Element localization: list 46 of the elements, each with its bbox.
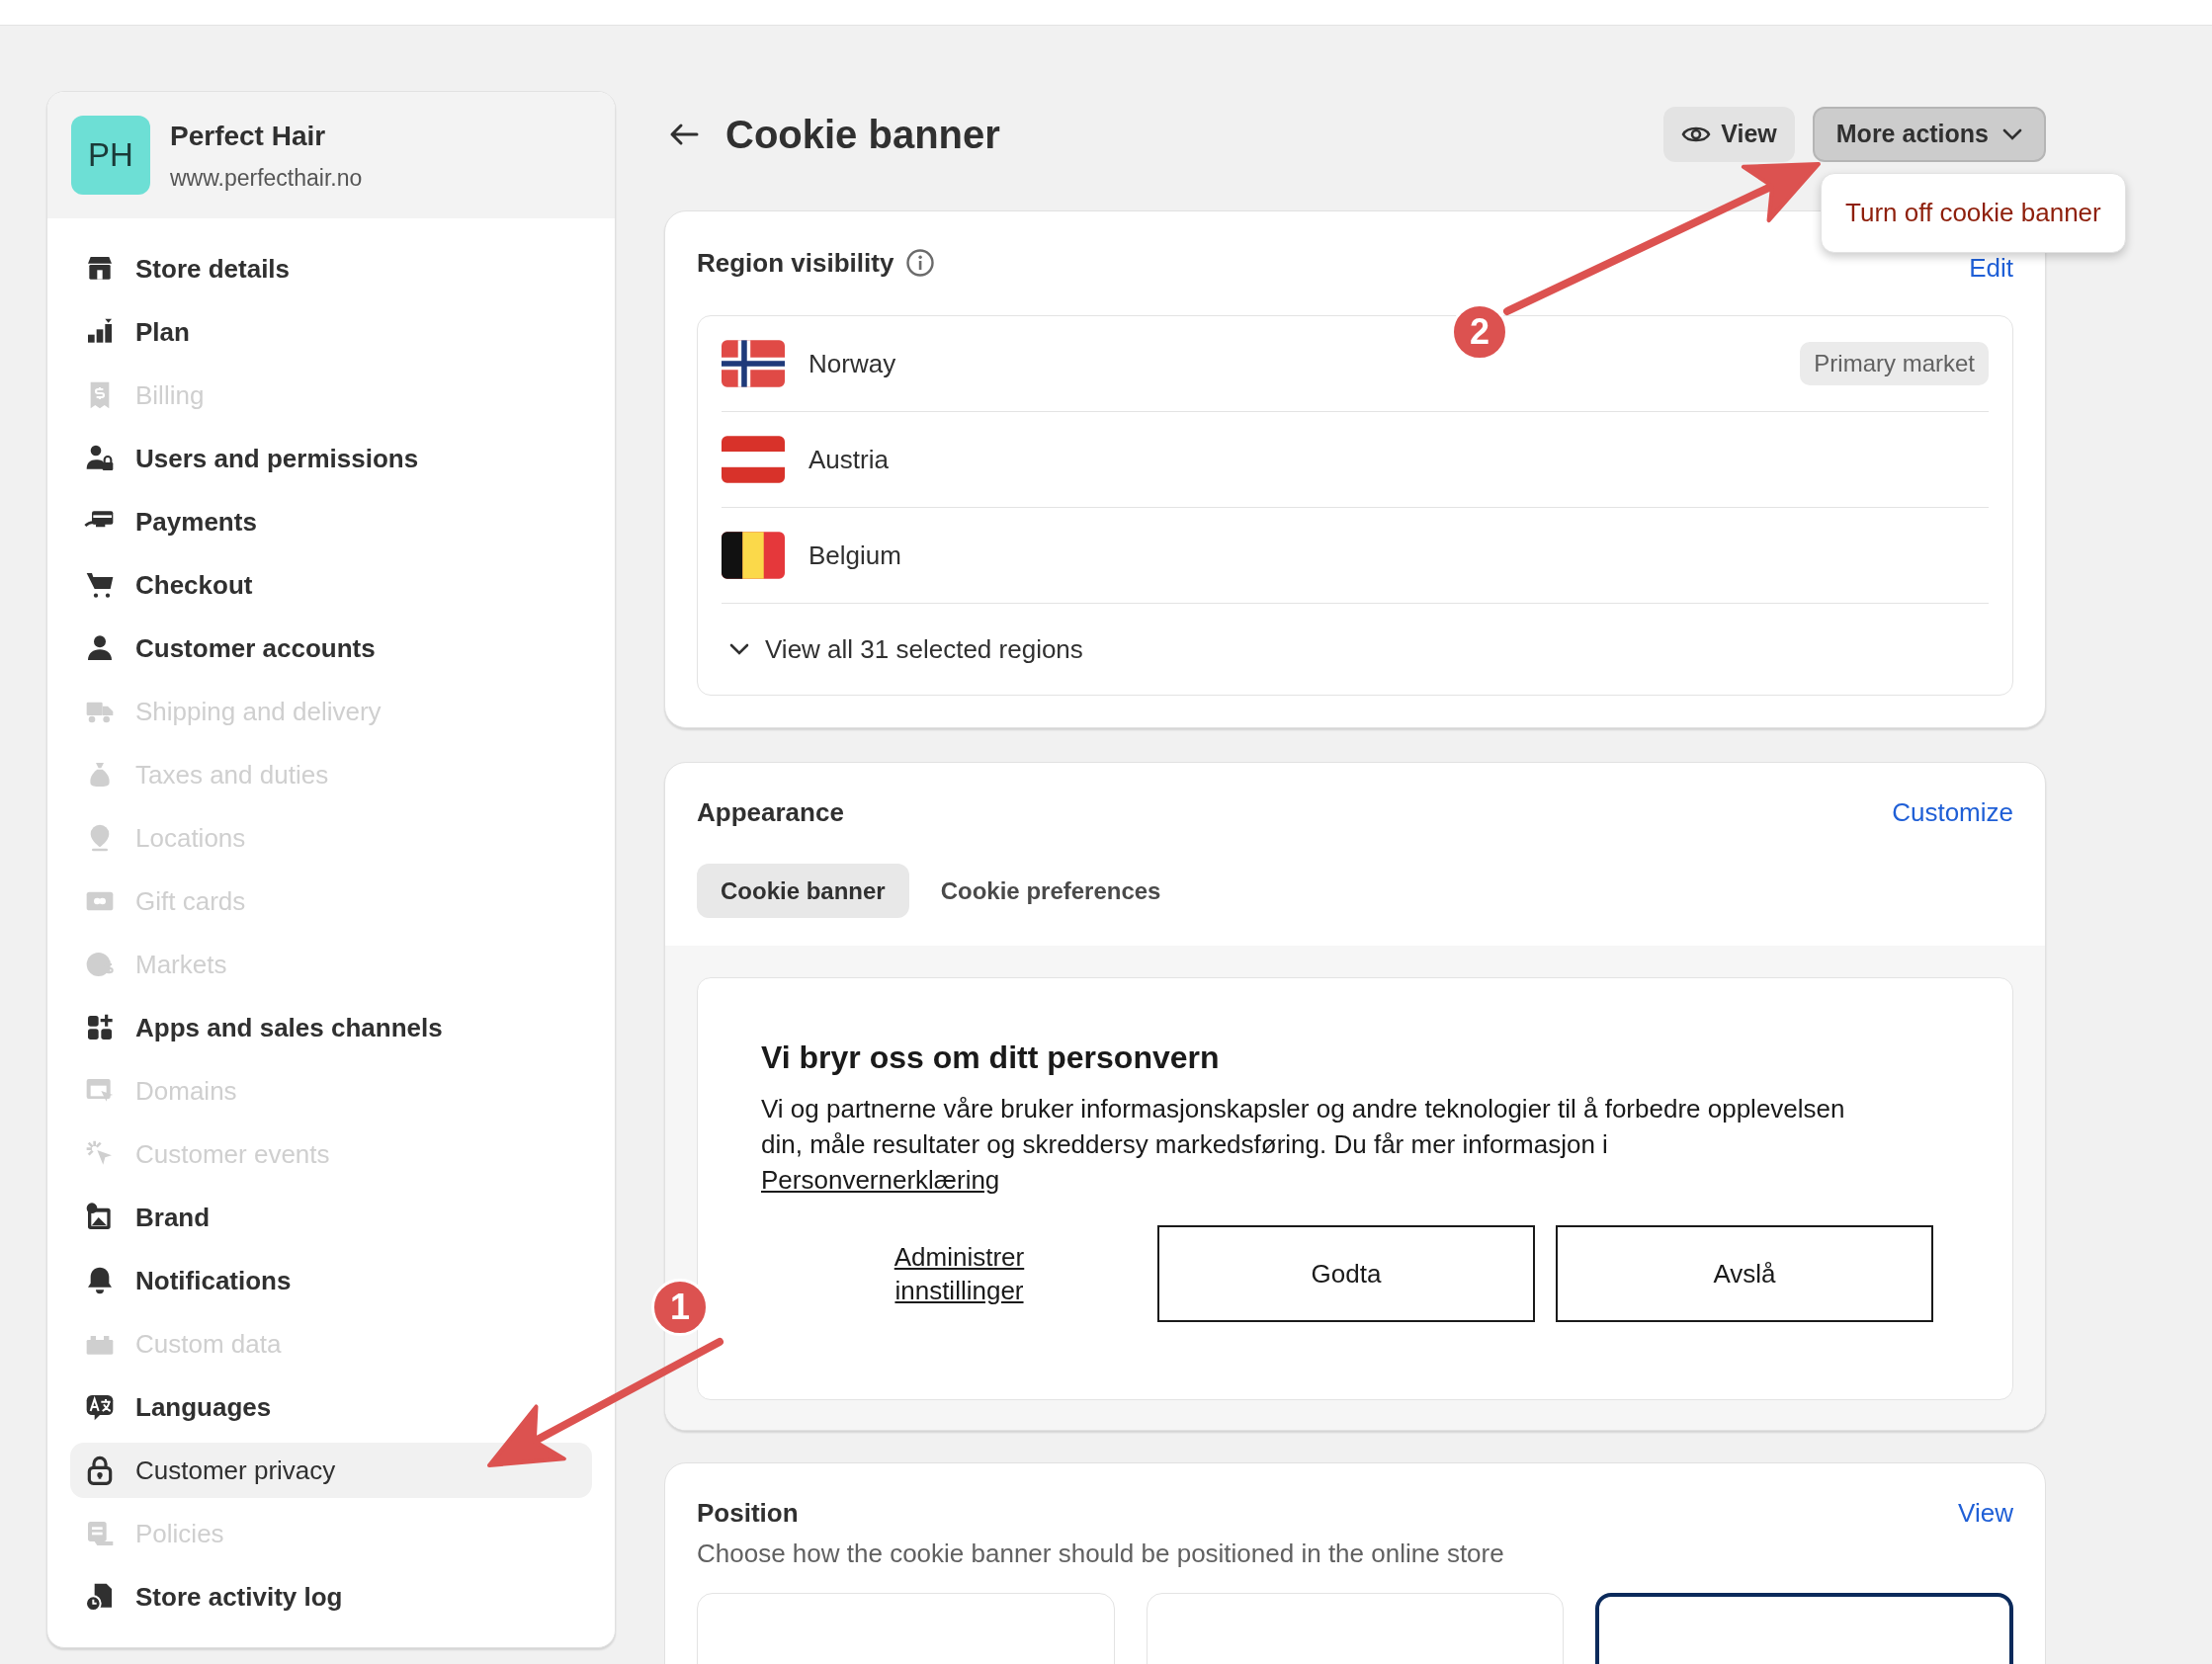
edit-link[interactable]: Edit	[1969, 248, 2013, 288]
sidebar-item[interactable]: Notifications	[70, 1253, 592, 1308]
region-name: Austria	[808, 443, 889, 476]
banner-button[interactable]: Godta	[1157, 1225, 1535, 1322]
step-number-marker: 1	[651, 1279, 709, 1336]
sidebar-item[interactable]: Plan	[70, 304, 592, 360]
customize-link[interactable]: Customize	[1892, 792, 2013, 832]
card-description: Choose how the cookie banner should be positioned in the online store	[697, 1538, 1505, 1570]
store-url: www.perfecthair.no	[170, 163, 363, 193]
market-badge: Primary market	[1800, 342, 1989, 385]
region-name: Belgium	[808, 539, 901, 572]
tab[interactable]: Cookie preferences	[916, 864, 1185, 918]
tab[interactable]: Cookie banner	[697, 864, 909, 918]
card-title: Position	[697, 1496, 799, 1530]
region-name: Norway	[808, 347, 896, 380]
card-title: Appearance	[697, 795, 844, 829]
back-arrow-icon	[669, 123, 699, 146]
banner-text: Vi og partnerne våre bruker informasjonskapsler og andre teknologier til å forbedre opplevelsen din, måle resultater og skreddersy markedsføring. Du får mer informasjon i Personvernerklæring	[761, 1093, 1846, 1197]
banner-heading: Vi bryr oss om ditt personvern	[761, 1039, 1221, 1077]
menu-item[interactable]: Turn off cookie banner	[1831, 184, 2115, 242]
sidebar-item[interactable]: Payments	[70, 494, 592, 549]
belgium-flag-icon	[722, 532, 785, 579]
view-link[interactable]: View	[1958, 1493, 2013, 1533]
sidebar-item[interactable]: Store details	[70, 241, 592, 296]
chevron-down-icon	[2002, 128, 2022, 140]
view-button[interactable]: View	[1663, 107, 1795, 162]
card-title: Region visibility	[697, 246, 894, 280]
page-title: Cookie banner	[725, 112, 1000, 158]
sidebar-item[interactable]: Customer privacy	[70, 1443, 592, 1498]
sidebar-item[interactable]: Checkout	[70, 557, 592, 613]
privacy-policy-link[interactable]: Personvernerklæring	[761, 1165, 1000, 1195]
sidebar-item[interactable]: Customer accounts	[70, 621, 592, 676]
more-actions-button[interactable]: More actions	[1812, 107, 2046, 162]
info-icon	[905, 248, 936, 278]
banner-button[interactable]: Avslå	[1556, 1225, 1933, 1322]
manage-settings-link[interactable]: Administrer innstillinger	[875, 1240, 1044, 1307]
store-avatar: PH	[71, 116, 150, 195]
chevron-down-icon	[729, 643, 749, 655]
austria-flag-icon	[722, 436, 785, 483]
sidebar-item[interactable]: Brand	[70, 1190, 592, 1245]
sidebar-item[interactable]: Apps and sales channels	[70, 1000, 592, 1055]
sidebar-item[interactable]: Users and permissions	[70, 431, 592, 486]
view-all-regions-button[interactable]: View all 31 selected regions	[722, 604, 1083, 695]
sidebar-item[interactable]: Store activity log	[70, 1569, 592, 1624]
norway-flag-icon	[722, 340, 785, 387]
store-name: Perfect Hair	[170, 119, 327, 153]
